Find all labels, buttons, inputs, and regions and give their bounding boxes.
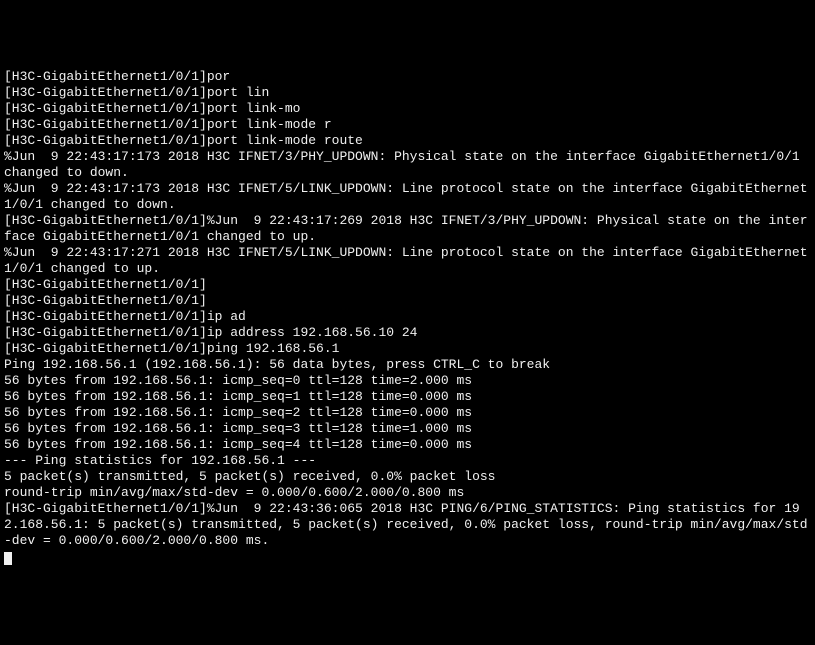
terminal-line: [H3C-GigabitEthernet1/0/1]port link-mode… bbox=[4, 133, 811, 149]
terminal-output[interactable]: [H3C-GigabitEthernet1/0/1]por[H3C-Gigabi… bbox=[4, 69, 811, 565]
terminal-line: [H3C-GigabitEthernet1/0/1]ip ad bbox=[4, 309, 811, 325]
terminal-line: 56 bytes from 192.168.56.1: icmp_seq=3 t… bbox=[4, 421, 811, 437]
terminal-line: %Jun 9 22:43:17:271 2018 H3C IFNET/5/LIN… bbox=[4, 245, 811, 277]
terminal-line: [H3C-GigabitEthernet1/0/1]port link-mode… bbox=[4, 117, 811, 133]
terminal-line: [H3C-GigabitEthernet1/0/1]port lin bbox=[4, 85, 811, 101]
terminal-line: %Jun 9 22:43:17:173 2018 H3C IFNET/5/LIN… bbox=[4, 181, 811, 213]
terminal-line: 5 packet(s) transmitted, 5 packet(s) rec… bbox=[4, 469, 811, 485]
terminal-line: [H3C-GigabitEthernet1/0/1]port link-mo bbox=[4, 101, 811, 117]
terminal-line: 56 bytes from 192.168.56.1: icmp_seq=1 t… bbox=[4, 389, 811, 405]
terminal-line: 56 bytes from 192.168.56.1: icmp_seq=2 t… bbox=[4, 405, 811, 421]
terminal-line: --- Ping statistics for 192.168.56.1 --- bbox=[4, 453, 811, 469]
terminal-line: [H3C-GigabitEthernet1/0/1]por bbox=[4, 69, 811, 85]
terminal-line: [H3C-GigabitEthernet1/0/1]%Jun 9 22:43:3… bbox=[4, 501, 811, 549]
terminal-line: [H3C-GigabitEthernet1/0/1]ip address 192… bbox=[4, 325, 811, 341]
terminal-line: [H3C-GigabitEthernet1/0/1]ping 192.168.5… bbox=[4, 341, 811, 357]
terminal-line: 56 bytes from 192.168.56.1: icmp_seq=0 t… bbox=[4, 373, 811, 389]
terminal-line: %Jun 9 22:43:17:173 2018 H3C IFNET/3/PHY… bbox=[4, 149, 811, 181]
terminal-line: Ping 192.168.56.1 (192.168.56.1): 56 dat… bbox=[4, 357, 811, 373]
terminal-line: [H3C-GigabitEthernet1/0/1] bbox=[4, 277, 811, 293]
terminal-line: [H3C-GigabitEthernet1/0/1]%Jun 9 22:43:1… bbox=[4, 213, 811, 245]
terminal-line: [H3C-GigabitEthernet1/0/1] bbox=[4, 293, 811, 309]
terminal-line: 56 bytes from 192.168.56.1: icmp_seq=4 t… bbox=[4, 437, 811, 453]
terminal-line: round-trip min/avg/max/std-dev = 0.000/0… bbox=[4, 485, 811, 501]
cursor-icon bbox=[4, 552, 12, 565]
